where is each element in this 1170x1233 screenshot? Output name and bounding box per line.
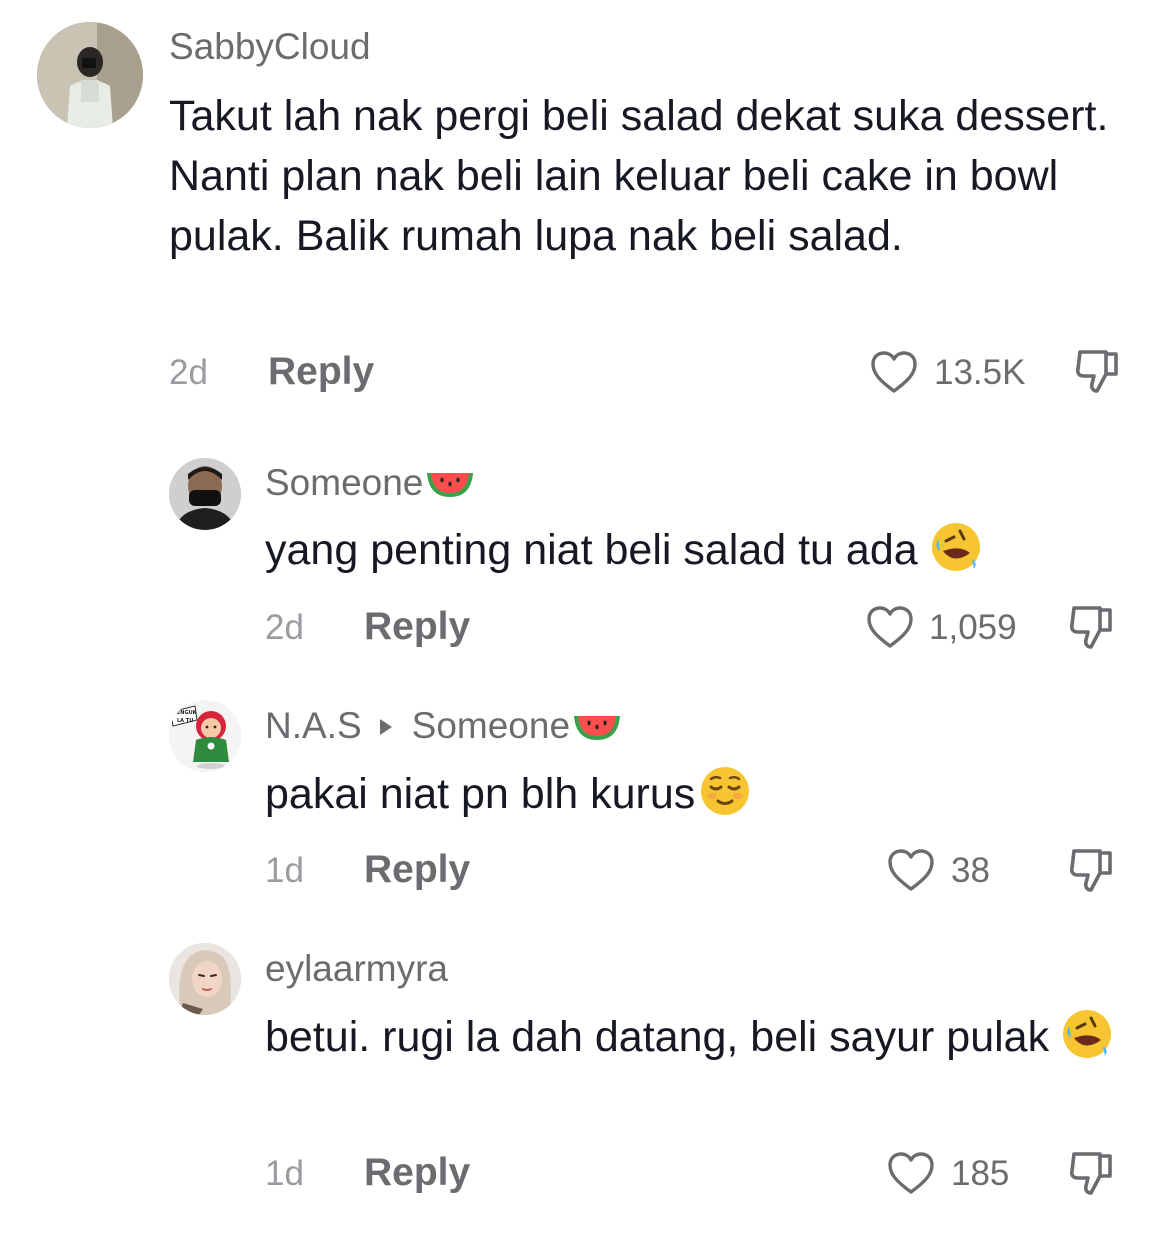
username[interactable]: SabbyCloud [169,25,371,69]
avatar-photo [169,943,241,1015]
username-text: Someone [265,462,424,503]
thumbs-down-icon[interactable] [1072,346,1124,398]
svg-text:LA TU: LA TU [177,718,193,724]
comment-timestamp: 2d [169,353,208,392]
avatar-photo [37,22,143,128]
like-count: 38 [951,851,990,890]
thumbs-down-icon[interactable] [1066,845,1118,897]
username[interactable]: eylaarmyra [265,947,448,991]
like-count: 185 [951,1154,1010,1193]
reply-to-arrow-icon [379,718,392,735]
reply-button[interactable]: Reply [364,1151,470,1195]
avatar-photo [169,458,241,530]
comment-text: pakai niat pn blh kurus [265,764,751,824]
thumbs-down-icon[interactable] [1066,1148,1118,1200]
rolling-on-floor-laughing-icon [1063,1010,1112,1058]
reply-button[interactable]: Reply [364,848,470,892]
avatar[interactable] [37,22,143,128]
rolling-on-floor-laughing-icon [931,523,980,571]
heart-outline-icon[interactable] [886,847,936,893]
username[interactable]: Someone [265,461,475,505]
reply-button[interactable]: Reply [364,605,470,649]
comment-timestamp: 1d [265,851,304,890]
comment-text-content: pakai niat pn blh kurus [265,770,696,818]
heart-outline-icon[interactable] [869,349,919,395]
relieved-face-icon [701,767,750,815]
thumbs-down-icon[interactable] [1066,602,1118,654]
comment-text-content: betui. rugi la dah datang, beli sayur pu… [265,1013,1050,1061]
comment-text: betui. rugi la dah datang, beli sayur pu… [265,1007,1145,1067]
reply-button[interactable]: Reply [268,350,374,394]
watermelon-icon [427,473,474,497]
like-count: 1,059 [929,608,1017,647]
reply-to-username[interactable]: Someone [412,705,570,746]
like-count: 13.5K [934,353,1026,392]
username[interactable]: N.A.S Someone [265,704,622,748]
avatar-sign-text: JENGUK [174,710,198,716]
avatar-illustration: JENGUK LA TU [169,700,241,772]
avatar[interactable] [169,943,241,1015]
username-text: N.A.S [265,705,362,746]
comment-text: yang penting niat beli salad tu ada [265,520,982,580]
comment-timestamp: 2d [265,608,304,647]
comment-timestamp: 1d [265,1154,304,1193]
avatar[interactable] [169,458,241,530]
comment: SabbyCloud Takut lah nak pergi beli sala… [0,0,1170,420]
comment-text: Takut lah nak pergi beli salad dekat suk… [169,92,1109,260]
watermelon-icon [574,716,621,740]
comment-text-content: yang penting niat beli salad tu ada [265,526,918,574]
heart-outline-icon[interactable] [865,604,915,650]
avatar[interactable]: JENGUK LA TU [169,700,241,772]
heart-outline-icon[interactable] [886,1150,936,1196]
